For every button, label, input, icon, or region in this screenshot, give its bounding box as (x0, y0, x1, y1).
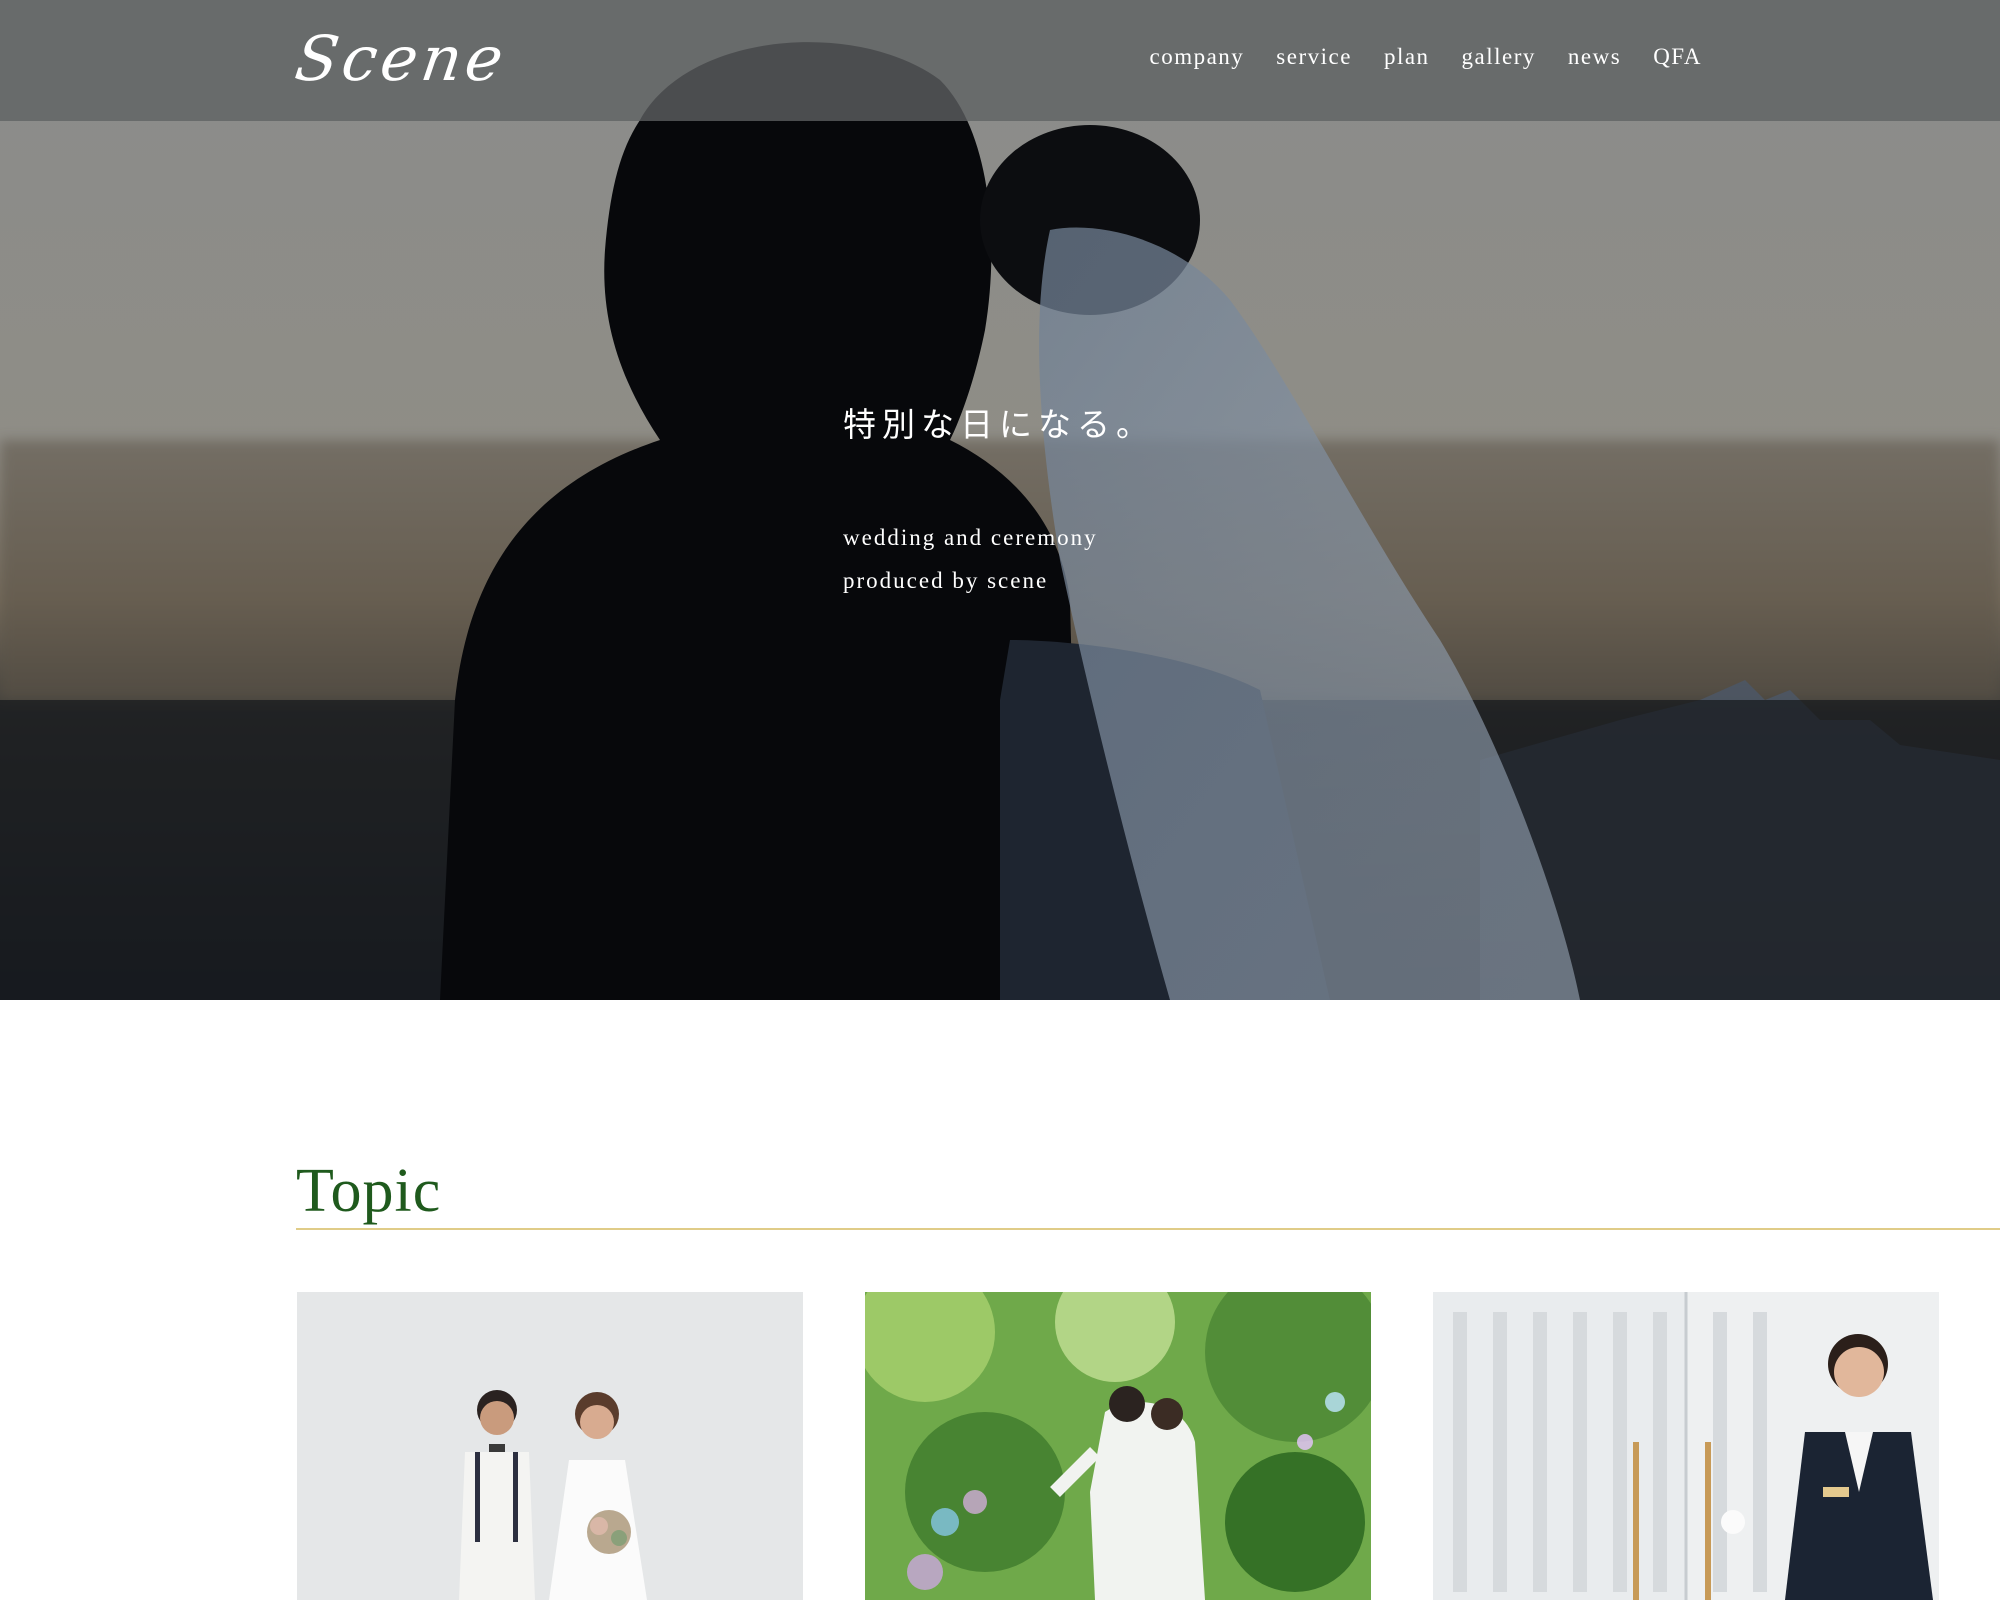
nav-item-news[interactable]: news (1568, 44, 1621, 70)
main-nav: company service plan gallery news QFA (1149, 44, 1702, 70)
site-header: Scene company service plan gallery news … (0, 0, 2000, 121)
nav-item-qfa[interactable]: QFA (1653, 44, 1702, 70)
topic-card-3-image (1433, 1292, 1939, 1600)
hero-subtitle-line1: wedding and ceremony (843, 525, 1098, 550)
hero-subtitle-line2: produced by scene (843, 568, 1049, 593)
hero-photo (0, 0, 2000, 1000)
hero-section: Scene company service plan gallery news … (0, 0, 2000, 1000)
nav-item-gallery[interactable]: gallery (1462, 44, 1536, 70)
topic-heading: Topic (296, 1157, 442, 1225)
topic-divider (296, 1228, 2000, 1230)
topic-card-1[interactable] (297, 1292, 803, 1600)
nav-item-company[interactable]: company (1149, 44, 1244, 70)
topic-card-3[interactable] (1433, 1292, 1939, 1600)
hero-title: 特別な日になる。 (843, 405, 1155, 444)
topic-card-2[interactable] (865, 1292, 1371, 1600)
nav-item-service[interactable]: service (1276, 44, 1352, 70)
nav-item-plan[interactable]: plan (1384, 44, 1430, 70)
topic-card-1-image (297, 1292, 803, 1600)
site-logo[interactable]: Scene (291, 22, 512, 95)
topic-card-2-image (865, 1292, 1371, 1600)
